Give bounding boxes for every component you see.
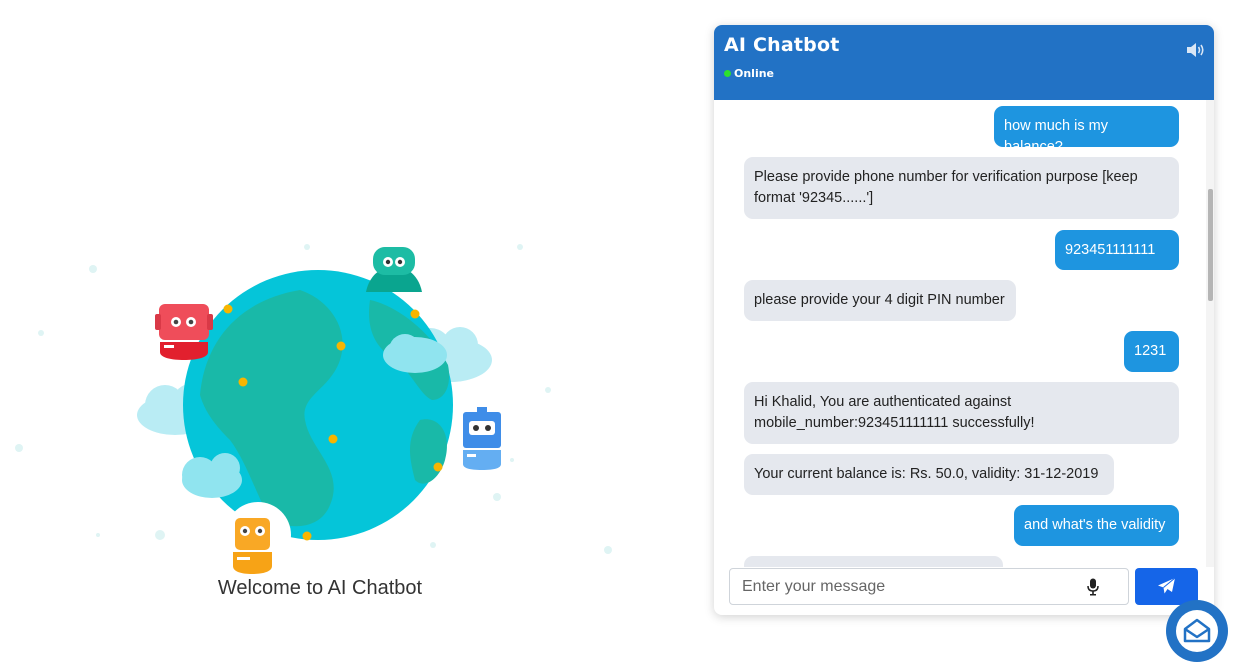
bot-message	[744, 556, 1003, 567]
welcome-illustration: Welcome to AI Chatbot	[0, 0, 700, 662]
bot-message: Hi Khalid, You are authenticated against…	[744, 382, 1179, 444]
chat-launcher-icon	[1183, 618, 1211, 643]
status-label: Online	[734, 67, 775, 80]
chat-header: AI Chatbot Online	[714, 25, 1214, 100]
send-button[interactable]	[1135, 568, 1198, 605]
user-message: and what's the validity	[1014, 505, 1179, 546]
welcome-text: Welcome to AI Chatbot	[217, 577, 423, 599]
online-dot-icon	[724, 70, 731, 77]
chat-window: AI Chatbot Online how much is my balance…	[714, 25, 1214, 615]
microphone-icon[interactable]	[1087, 578, 1099, 600]
bot-message: Please provide phone number for verifica…	[744, 157, 1179, 219]
user-message: how much is my balance?	[994, 106, 1179, 155]
blue-robot	[463, 407, 501, 470]
scrollbar-track[interactable]	[1206, 100, 1214, 567]
globe-robots-illustration	[15, 244, 612, 574]
message-input[interactable]	[730, 569, 1094, 604]
chat-launcher-button[interactable]	[1166, 600, 1228, 662]
chat-title: AI Chatbot	[724, 34, 840, 56]
scrollbar-thumb[interactable]	[1208, 189, 1213, 301]
orange-robot	[233, 518, 272, 574]
paper-plane-icon	[1158, 577, 1176, 594]
bot-message: Your current balance is: Rs. 50.0, valid…	[744, 454, 1114, 495]
online-status: Online	[724, 67, 774, 80]
teal-robot	[366, 247, 422, 292]
user-message: 1231	[1124, 331, 1179, 372]
speaker-icon[interactable]	[1186, 41, 1206, 63]
message-input-box	[729, 568, 1129, 605]
message-list[interactable]: how much is my balance? Please provide p…	[714, 100, 1214, 567]
red-robot	[155, 304, 213, 360]
bot-message: please provide your 4 digit PIN number	[744, 280, 1016, 321]
user-message: 923451111111	[1055, 230, 1179, 270]
